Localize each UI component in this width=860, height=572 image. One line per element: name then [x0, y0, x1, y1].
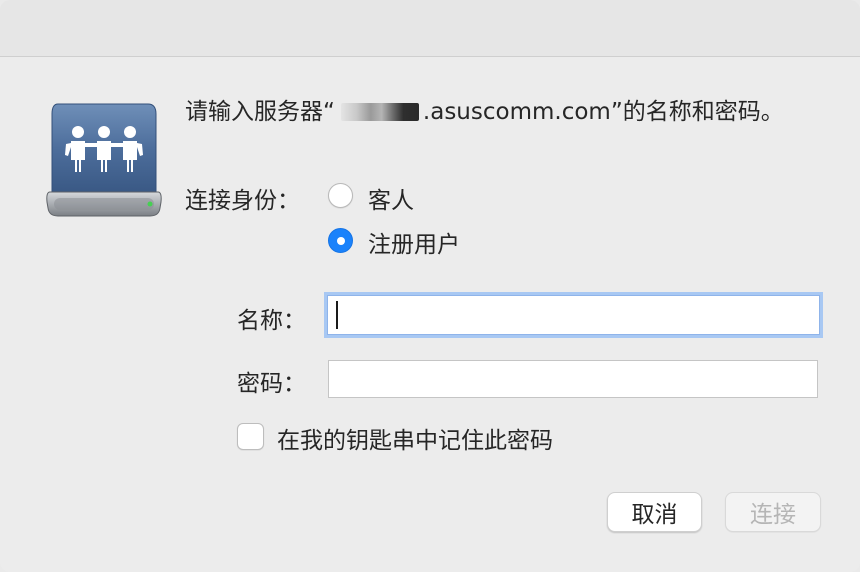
- text-caret: [336, 301, 338, 329]
- guest-radio-label[interactable]: 客人: [368, 181, 414, 215]
- shared-server-icon: [44, 100, 164, 224]
- name-label: 名称：: [237, 308, 306, 334]
- connect-button[interactable]: 连接: [725, 492, 821, 532]
- login-prompt: 请输入服务器“ .asuscomm.com”的名称和密码。: [185, 96, 805, 129]
- connect-to-server-dialog: 请输入服务器“ .asuscomm.com”的名称和密码。 连接身份： 客人 注册…: [0, 0, 860, 572]
- registered-user-radio-label[interactable]: 注册用户: [368, 225, 460, 259]
- prompt-suffix: .asuscomm.com”的名称和密码。: [422, 99, 784, 125]
- remember-in-keychain-label[interactable]: 在我的钥匙串中记住此密码: [277, 421, 553, 455]
- connect-as-label: 连接身份：: [185, 188, 300, 214]
- guest-radio[interactable]: [328, 183, 353, 208]
- password-label: 密码：: [237, 371, 306, 397]
- prompt-prefix: 请输入服务器“: [185, 99, 335, 125]
- cancel-button[interactable]: 取消: [607, 492, 702, 532]
- name-input[interactable]: [327, 295, 820, 335]
- registered-user-radio[interactable]: [328, 228, 353, 253]
- redacted-hostname: [340, 103, 419, 121]
- remember-in-keychain-checkbox[interactable]: [237, 423, 264, 450]
- dialog-titlebar: [0, 0, 860, 57]
- password-input[interactable]: [328, 360, 818, 398]
